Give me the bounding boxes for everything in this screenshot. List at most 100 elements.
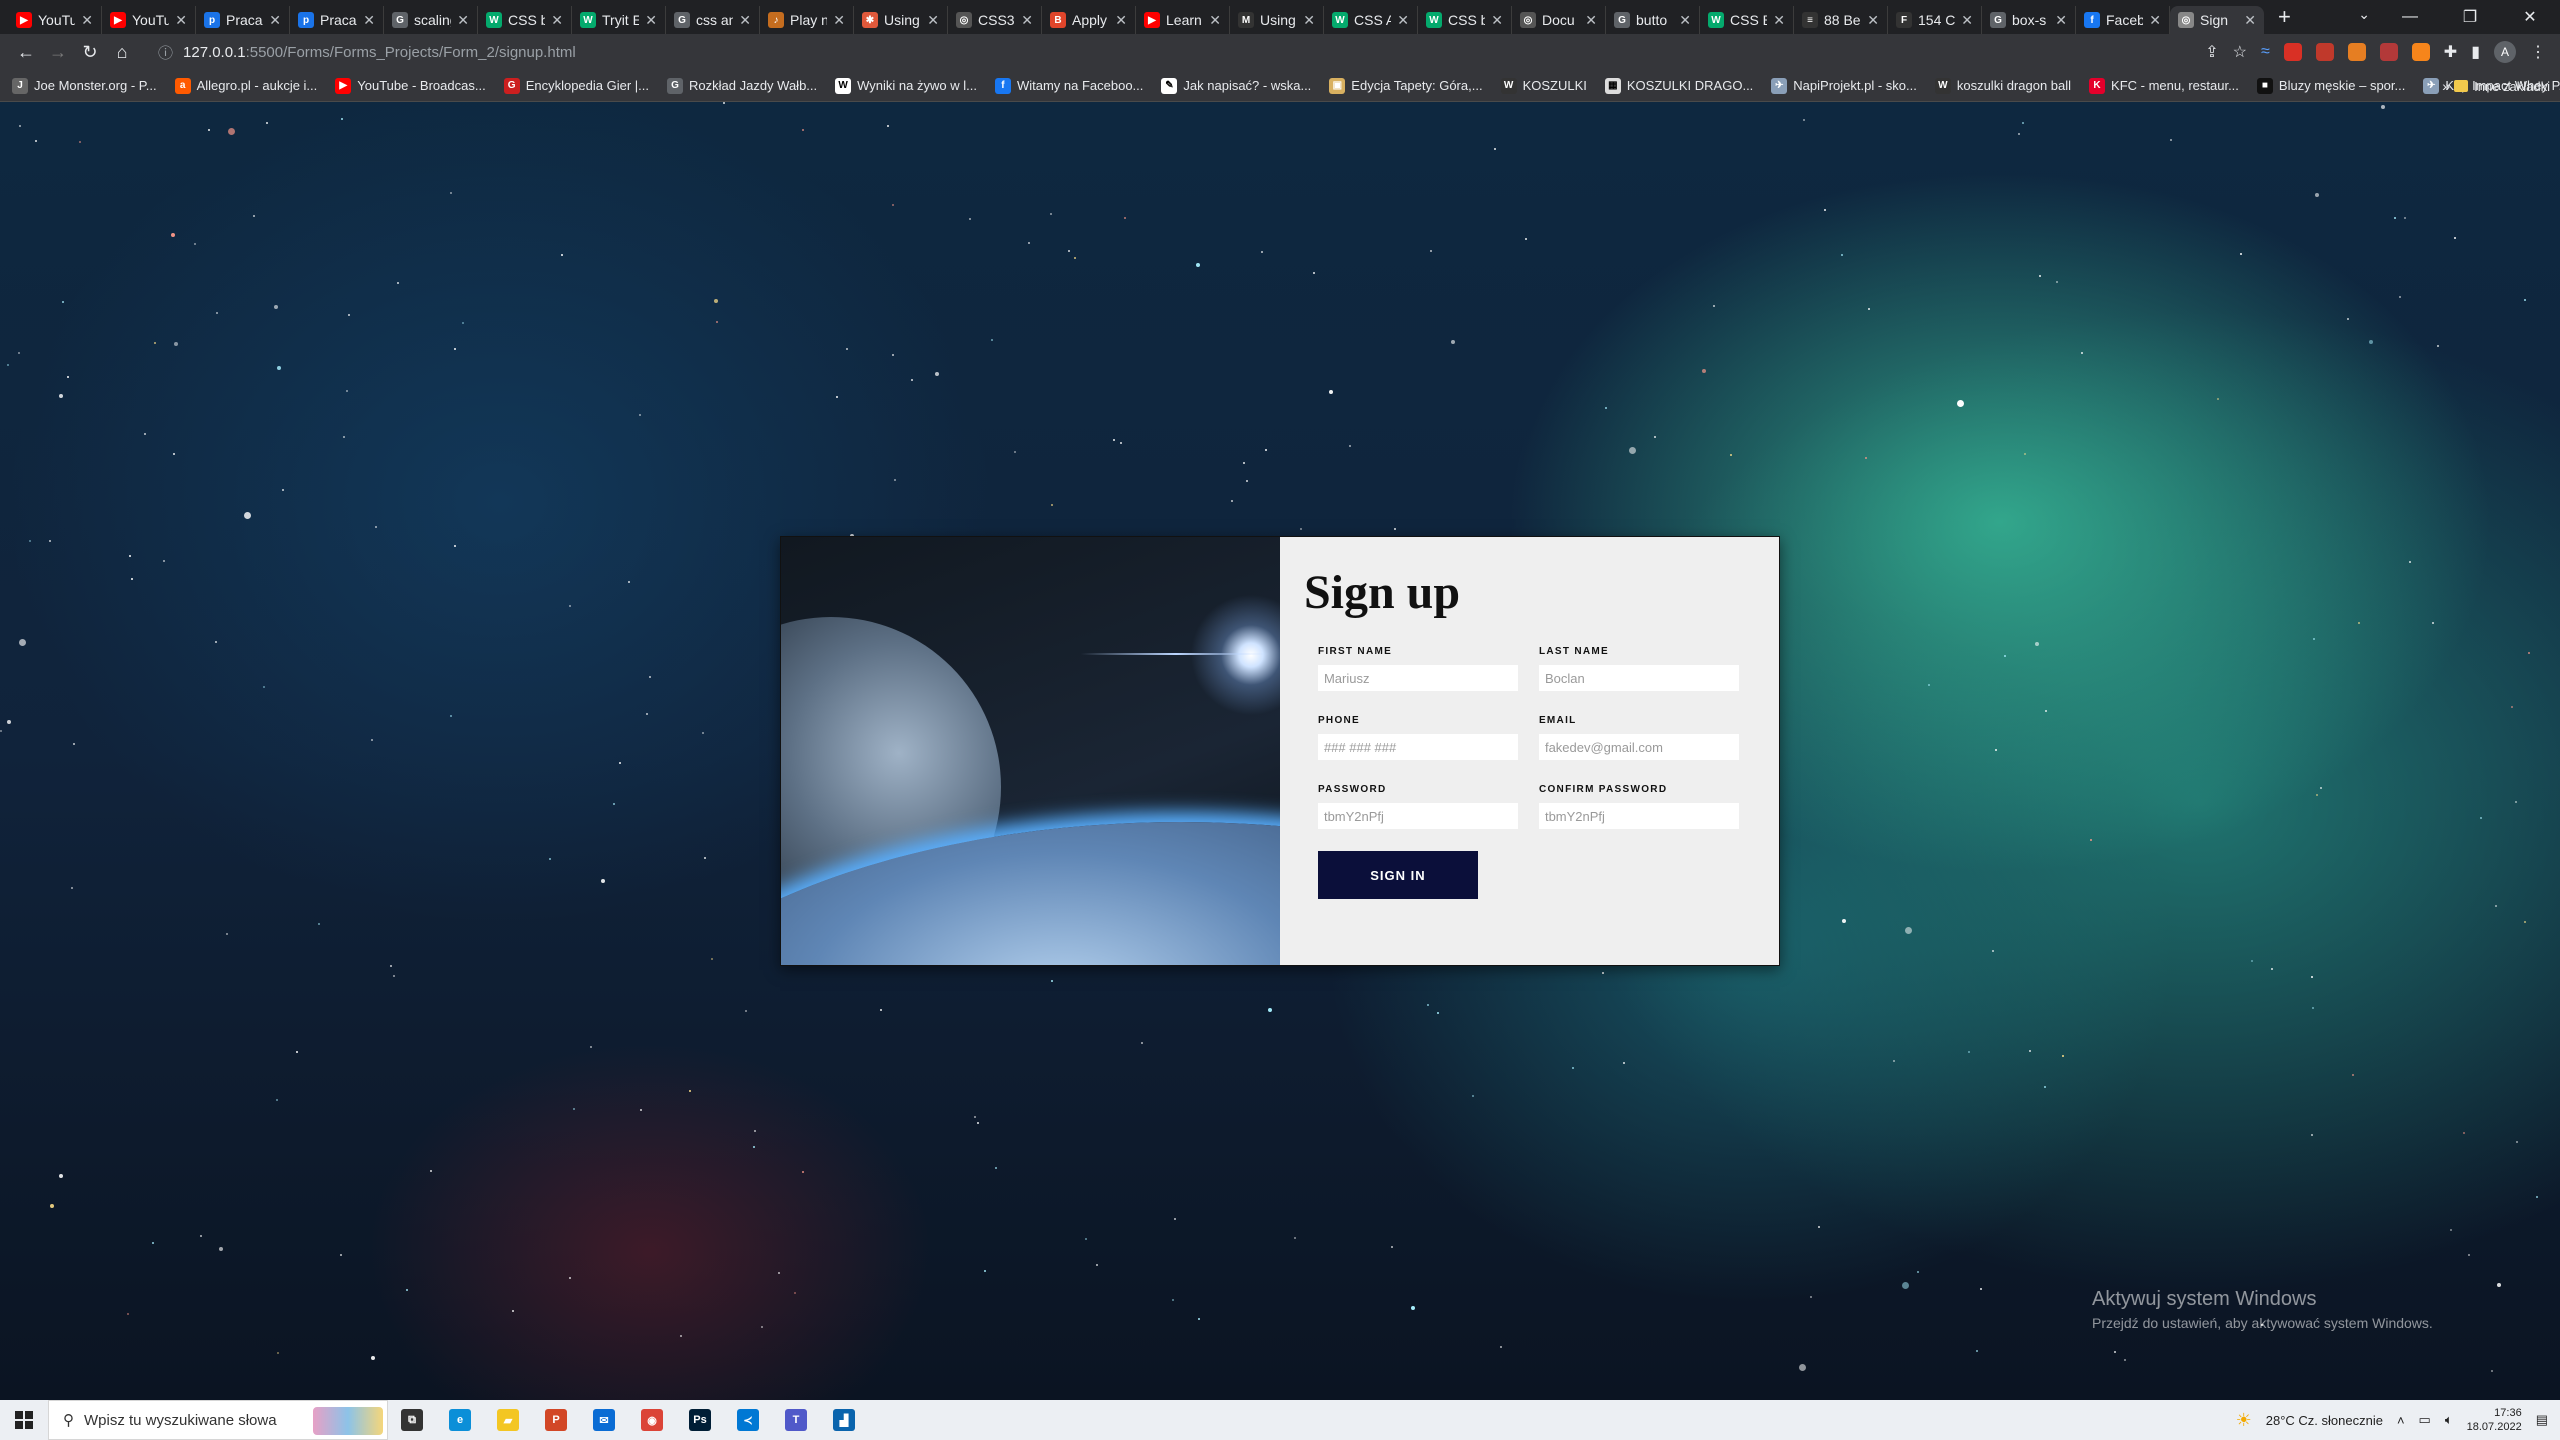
tab-close-icon[interactable]: ✕ bbox=[81, 12, 93, 29]
chrome-icon[interactable]: ◉ bbox=[628, 1400, 676, 1440]
notifications-icon[interactable]: ▤ bbox=[2536, 1412, 2548, 1428]
bookmark-item[interactable]: ▦ KOSZULKI DRAGO... bbox=[1604, 77, 1753, 94]
bookmark-item[interactable]: ■ Bluzy męskie – spor... bbox=[2256, 77, 2405, 94]
extension-wave-icon[interactable]: ≈ bbox=[2261, 43, 2270, 61]
puzzle-extensions-icon[interactable]: ✚ bbox=[2444, 42, 2457, 62]
tab-close-icon[interactable]: ✕ bbox=[1773, 12, 1785, 29]
tab-close-icon[interactable]: ✕ bbox=[2244, 12, 2256, 29]
bookmark-item[interactable]: a Allegro.pl - aukcje i... bbox=[174, 77, 317, 94]
bookmark-item[interactable]: ✈ NapiProjekt.pl - sko... bbox=[1771, 77, 1917, 94]
bookmarks-more-icon[interactable]: » bbox=[2442, 78, 2450, 94]
last-name-input[interactable] bbox=[1538, 665, 1739, 691]
restore-icon[interactable]: ❐ bbox=[2440, 0, 2500, 34]
bookmark-item[interactable]: ✎ Jak napisać? - wska... bbox=[1161, 77, 1311, 94]
browser-tab[interactable]: Gbutto ✕ bbox=[1606, 6, 1700, 34]
browser-tab[interactable]: p Praca ✕ bbox=[290, 6, 384, 34]
tab-close-icon[interactable]: ✕ bbox=[1679, 12, 1691, 29]
tray-chevron-icon[interactable]: ˄ bbox=[2397, 1413, 2405, 1428]
tab-close-icon[interactable]: ✕ bbox=[175, 12, 187, 29]
extension-fox-icon[interactable] bbox=[2347, 43, 2366, 61]
browser-tab[interactable]: ✱ Using ✕ bbox=[854, 6, 948, 34]
extension-y-icon[interactable] bbox=[2379, 43, 2398, 61]
browser-tab[interactable]: ◎ Sign ✕ bbox=[2170, 6, 2264, 34]
info-icon[interactable]: ⓘ bbox=[158, 42, 173, 63]
tab-close-icon[interactable]: ✕ bbox=[645, 12, 657, 29]
weather-sun-icon[interactable]: ☀ bbox=[2236, 1410, 2252, 1431]
forward-arrow-icon[interactable]: → bbox=[42, 36, 74, 68]
browser-tab[interactable]: ◎ Docu ✕ bbox=[1512, 6, 1606, 34]
close-window-icon[interactable]: ✕ bbox=[2500, 0, 2560, 34]
back-arrow-icon[interactable]: ← bbox=[10, 36, 42, 68]
extension-metamask-icon[interactable] bbox=[2411, 43, 2430, 61]
sign-in-button[interactable]: SIGN IN bbox=[1317, 851, 1478, 899]
tab-close-icon[interactable]: ✕ bbox=[1303, 12, 1315, 29]
tab-close-icon[interactable]: ✕ bbox=[1209, 12, 1221, 29]
tab-close-icon[interactable]: ✕ bbox=[833, 12, 845, 29]
teams-icon[interactable]: T bbox=[772, 1400, 820, 1440]
tab-close-icon[interactable]: ✕ bbox=[1021, 12, 1033, 29]
browser-tab[interactable]: W CSS A ✕ bbox=[1324, 6, 1418, 34]
browser-tab[interactable]: W CSS b ✕ bbox=[478, 6, 572, 34]
email-input[interactable] bbox=[1538, 734, 1739, 760]
tab-close-icon[interactable]: ✕ bbox=[1961, 12, 1973, 29]
browser-tab[interactable]: f Faceb ✕ bbox=[2076, 6, 2170, 34]
bookmark-item[interactable]: f Witamy na Faceboo... bbox=[994, 77, 1143, 94]
bookmark-star-icon[interactable]: ☆ bbox=[2233, 42, 2247, 62]
start-windows-icon[interactable] bbox=[0, 1400, 48, 1440]
bookmark-item[interactable]: K KFC - menu, restaur... bbox=[2089, 77, 2239, 94]
profile-avatar[interactable]: A bbox=[2494, 41, 2516, 63]
bookmark-item[interactable]: G Rozkład Jazdy Wałb... bbox=[667, 77, 817, 94]
bookmark-item[interactable]: W KOSZULKI bbox=[1500, 77, 1587, 94]
tab-close-icon[interactable]: ✕ bbox=[2055, 12, 2067, 29]
bookmark-item[interactable]: ▣ Edycja Tapety: Góra,... bbox=[1329, 77, 1483, 94]
tab-close-icon[interactable]: ✕ bbox=[269, 12, 281, 29]
home-icon[interactable]: ⌂ bbox=[106, 36, 138, 68]
bookmark-item[interactable]: J Joe Monster.org - P... bbox=[12, 77, 157, 94]
photos-icon[interactable]: ▟ bbox=[820, 1400, 868, 1440]
browser-tab[interactable]: W CSS B ✕ bbox=[1700, 6, 1794, 34]
clock[interactable]: 17:36 18.07.2022 bbox=[2467, 1406, 2522, 1434]
bookmark-item[interactable]: W Wyniki na żywo w l... bbox=[835, 77, 977, 94]
browser-tab[interactable]: W CSS b ✕ bbox=[1418, 6, 1512, 34]
other-bookmarks[interactable]: Inne zakładki bbox=[2454, 70, 2550, 102]
tab-close-icon[interactable]: ✕ bbox=[1491, 12, 1503, 29]
first-name-input[interactable] bbox=[1317, 665, 1518, 691]
side-panel-icon[interactable]: ▮ bbox=[2471, 42, 2480, 62]
network-icon[interactable]: ▭ bbox=[2419, 1412, 2431, 1428]
browser-tab[interactable]: ▶ Learn ✕ bbox=[1136, 6, 1230, 34]
new-tab-plus-icon[interactable]: + bbox=[2278, 4, 2291, 30]
task-view-icon[interactable]: ⧉ bbox=[388, 1400, 436, 1440]
tab-search-chevron-icon[interactable]: ⌄ bbox=[2358, 6, 2370, 23]
extension-tp-icon[interactable] bbox=[2315, 43, 2334, 61]
photoshop-icon[interactable]: Ps bbox=[676, 1400, 724, 1440]
file-explorer-icon[interactable]: ▰ bbox=[484, 1400, 532, 1440]
tab-close-icon[interactable]: ✕ bbox=[1115, 12, 1127, 29]
tab-close-icon[interactable]: ✕ bbox=[2149, 12, 2161, 29]
browser-tab[interactable]: B Apply ✕ bbox=[1042, 6, 1136, 34]
tab-close-icon[interactable]: ✕ bbox=[1397, 12, 1409, 29]
confirm-password-input[interactable] bbox=[1538, 803, 1739, 829]
address-bar[interactable]: ⓘ 127.0.0.1:5500/Forms/Forms_Projects/Fo… bbox=[148, 38, 2148, 66]
vscode-icon[interactable]: ≺ bbox=[724, 1400, 772, 1440]
tab-close-icon[interactable]: ✕ bbox=[457, 12, 469, 29]
reload-icon[interactable]: ↻ bbox=[74, 36, 106, 68]
tab-close-icon[interactable]: ✕ bbox=[1867, 12, 1879, 29]
browser-tab[interactable]: ▶ YouTube ✕ bbox=[102, 6, 196, 34]
volume-icon[interactable]: 🔈︎ bbox=[2445, 1412, 2453, 1428]
minimize-icon[interactable]: — bbox=[2380, 0, 2440, 34]
browser-tab[interactable]: ♪ Play n ✕ bbox=[760, 6, 854, 34]
browser-tab[interactable]: Gcss an ✕ bbox=[666, 6, 760, 34]
tab-close-icon[interactable]: ✕ bbox=[739, 12, 751, 29]
bookmark-item[interactable]: Wkoszulki dragon ball bbox=[1934, 77, 2071, 94]
browser-tab[interactable]: W Tryit E ✕ bbox=[572, 6, 666, 34]
browser-tab[interactable]: Gscaling ✕ bbox=[384, 6, 478, 34]
password-input[interactable] bbox=[1317, 803, 1518, 829]
mail-icon[interactable]: ✉ bbox=[580, 1400, 628, 1440]
menu-kebab-icon[interactable]: ⋮ bbox=[2530, 42, 2546, 62]
browser-tab[interactable]: F 154 C ✕ bbox=[1888, 6, 1982, 34]
tab-close-icon[interactable]: ✕ bbox=[363, 12, 375, 29]
bookmark-item[interactable]: ▶ YouTube - Broadcas... bbox=[335, 77, 486, 94]
share-icon[interactable]: ⇪ bbox=[2205, 42, 2218, 62]
edge-icon[interactable]: e bbox=[436, 1400, 484, 1440]
tab-close-icon[interactable]: ✕ bbox=[927, 12, 939, 29]
